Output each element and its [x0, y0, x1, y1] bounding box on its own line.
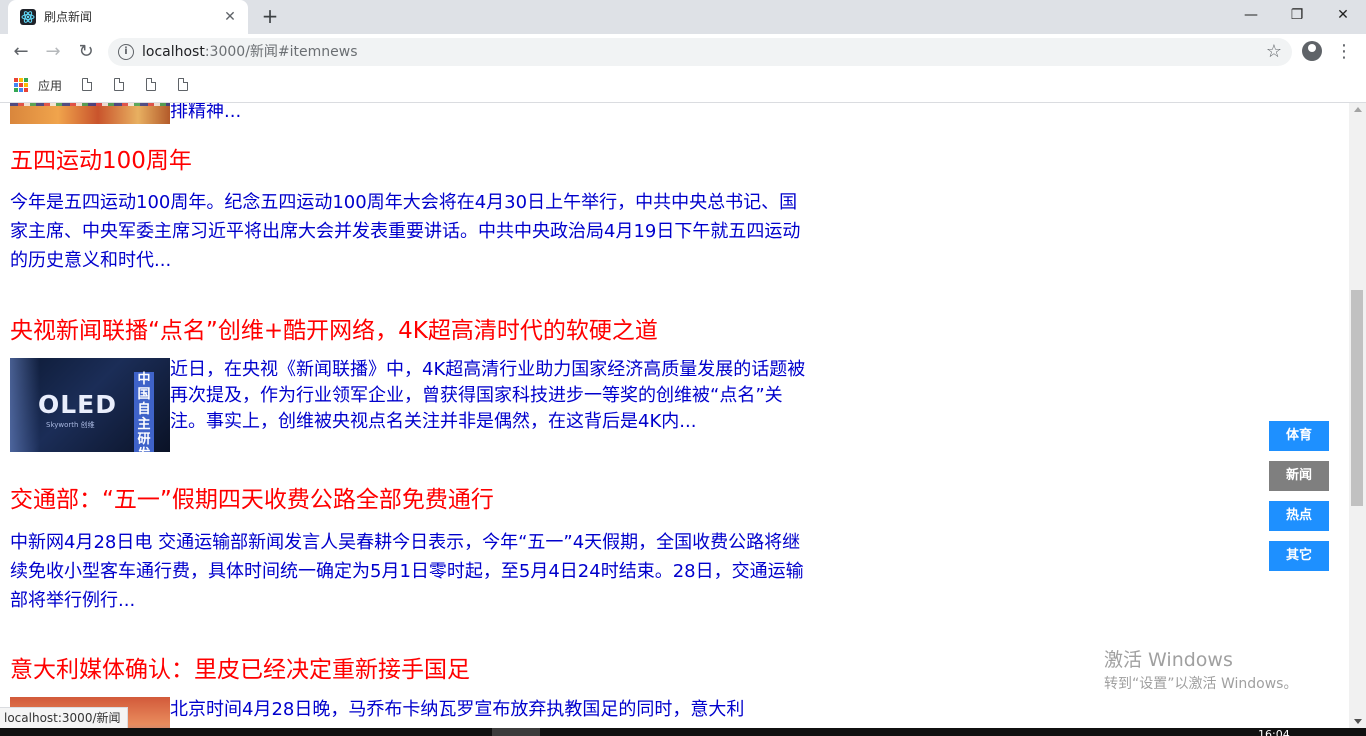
active-tab[interactable]: 刷点新闻 ✕	[8, 0, 248, 34]
category-button-sports[interactable]: 体育	[1269, 421, 1329, 451]
bookmark-file-icon[interactable]	[178, 78, 188, 91]
scroll-down-arrow-icon[interactable]	[1354, 719, 1362, 724]
bookmarks-bar: 应用	[0, 70, 1366, 103]
scroll-thumb[interactable]	[1351, 290, 1363, 506]
news-summary[interactable]: 排精神...	[170, 103, 810, 126]
news-title[interactable]: 五四运动100周年	[10, 146, 192, 176]
minimize-button[interactable]: —	[1228, 0, 1274, 30]
category-button-hot[interactable]: 热点	[1269, 501, 1329, 531]
bookmark-file-icon[interactable]	[114, 78, 124, 91]
page-scrollbar[interactable]	[1349, 103, 1366, 728]
news-title[interactable]: 交通部：“五一”假期四天收费公路全部免费通行	[10, 485, 494, 515]
news-title[interactable]: 意大利媒体确认：里皮已经决定重新接手国足	[10, 655, 470, 685]
url-host: localhost	[142, 44, 205, 60]
bookmark-file-icon[interactable]	[82, 78, 92, 91]
reload-icon[interactable]: ↻	[74, 40, 98, 64]
os-taskbar: 16:04	[0, 728, 1366, 736]
address-bar[interactable]: i localhost:3000/新闻#itemnews ☆	[108, 38, 1292, 66]
activation-watermark-text: 转到“设置”以激活 Windows。	[1104, 676, 1298, 692]
browser-toolbar: ← → ↻ i localhost:3000/新闻#itemnews ☆ ⋮	[0, 34, 1366, 70]
news-image[interactable]	[10, 103, 170, 124]
page-viewport: 排精神... 五四运动100周年 今年是五四运动100周年。纪念五四运动100周…	[0, 103, 1349, 728]
url-text[interactable]: localhost:3000/新闻#itemnews	[142, 44, 358, 60]
category-button-other[interactable]: 其它	[1269, 541, 1329, 571]
browser-menu-icon[interactable]: ⋮	[1334, 40, 1354, 64]
taskbar-app-tile[interactable]	[492, 728, 540, 736]
forward-arrow-icon[interactable]: →	[41, 40, 65, 64]
news-summary[interactable]: 今年是五四运动100周年。纪念五四运动100周年大会将在4月30日上午举行，中共…	[10, 188, 810, 275]
profile-avatar-icon[interactable]	[1302, 41, 1322, 61]
close-window-button[interactable]: ✕	[1320, 0, 1366, 30]
news-image[interactable]: OLED Skyworth 创维 中国自主研发	[10, 358, 170, 452]
news-summary[interactable]: 中新网4月28日电 交通运输部新闻发言人吴春耕今日表示，今年“五一”4天假期，全…	[10, 528, 810, 615]
react-favicon-icon	[20, 9, 36, 25]
back-arrow-icon[interactable]: ←	[9, 40, 33, 64]
bookmark-file-icon[interactable]	[146, 78, 156, 91]
image-subcaption: Skyworth 创维	[46, 421, 95, 429]
image-banner: 中国自主研发	[134, 372, 154, 452]
taskbar-clock: 16:04	[1258, 728, 1290, 736]
category-button-news[interactable]: 新闻	[1269, 461, 1329, 491]
url-path: :3000/新闻#itemnews	[204, 44, 358, 60]
image-caption: OLED	[38, 390, 118, 419]
apps-label[interactable]: 应用	[38, 78, 62, 94]
news-title[interactable]: 央视新闻联播“点名”创维+酷开网络，4K超高清时代的软硬之道	[10, 316, 658, 346]
scroll-up-arrow-icon[interactable]	[1354, 107, 1362, 112]
link-status-bubble: localhost:3000/新闻	[0, 707, 128, 729]
new-tab-button[interactable]: +	[258, 5, 282, 29]
news-summary[interactable]: 北京时间4月28日晚，马乔布卡纳瓦罗宣布放弃执教国足的同时，意大利	[170, 697, 810, 723]
tab-title: 刷点新闻	[44, 10, 93, 24]
site-info-icon[interactable]: i	[118, 44, 134, 60]
apps-grid-icon[interactable]	[14, 78, 28, 92]
image-glow	[10, 358, 40, 452]
restore-button[interactable]: ❐	[1274, 0, 1320, 30]
activation-watermark-title: 激活 Windows	[1104, 649, 1233, 671]
news-summary[interactable]: 近日，在央视《新闻联播》中，4K超高清行业助力国家经济高质量发展的话题被再次提及…	[170, 357, 810, 435]
tab-close-icon[interactable]: ✕	[220, 7, 240, 27]
tab-strip: 刷点新闻 ✕ + — ❐ ✕	[0, 0, 1366, 34]
bookmark-star-icon[interactable]: ☆	[1266, 41, 1282, 62]
